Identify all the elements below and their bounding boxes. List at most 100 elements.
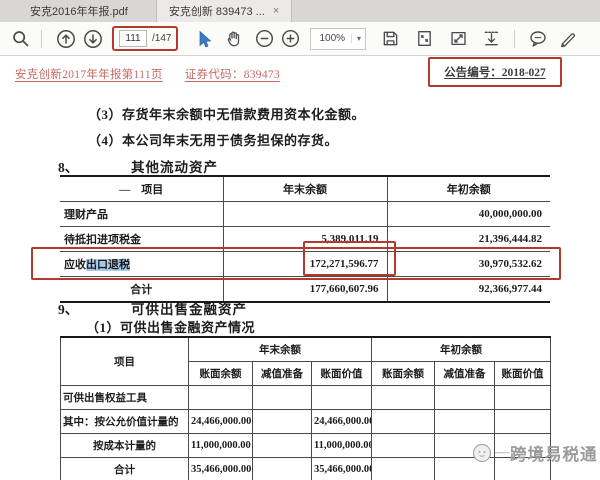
save-icon[interactable] (380, 29, 400, 49)
zoom-out-icon[interactable] (254, 29, 274, 49)
tab-report-839473[interactable]: 安克创新 839473 ... × (156, 0, 292, 22)
tab-label: 安克创新 839473 ... (169, 3, 265, 19)
header-dash: — (119, 184, 130, 196)
cell (372, 434, 435, 458)
group-header-year-begin: 年初余额 (372, 337, 551, 362)
cell: 24,466,000.00 (189, 410, 253, 434)
cell (189, 386, 253, 410)
row-year-end: 5,389,011.19 (223, 227, 387, 252)
sub-header-book-value: 账面价值 (495, 362, 551, 386)
cell (253, 434, 312, 458)
row-year-begin: 21,396,444.82 (387, 227, 550, 252)
watermark-text: 跨境易税通 (510, 441, 598, 465)
sub-header-book-balance: 账面余额 (372, 362, 435, 386)
close-icon[interactable]: × (273, 5, 279, 17)
row-item: 待抵扣进项税金 (60, 227, 223, 252)
col-header-year-begin: 年初余额 (387, 176, 550, 202)
row-year-begin: 40,000,000.00 (387, 202, 550, 227)
row-year-begin: 92,366,977.44 (387, 277, 550, 303)
cell (435, 410, 495, 434)
announcement-number: 公告编号：2018-027 (444, 64, 546, 80)
sub-header-book-value: 账面价值 (312, 362, 372, 386)
cell (372, 386, 435, 410)
col-header-item: 项目 (61, 337, 189, 386)
group-header-year-end: 年末余额 (189, 337, 372, 362)
watermark-dash: — (495, 445, 509, 461)
zoom-level-value: 100% (315, 33, 351, 44)
row-item: 其中：按公允价值计量的 (61, 410, 189, 434)
cell (253, 458, 312, 480)
pdf-viewer-window: 安克2016年年报.pdf 安克创新 839473 ... × 111 /147 (0, 0, 600, 480)
announcement-number-annotation: 公告编号：2018-027 (428, 57, 562, 87)
cell (372, 458, 435, 480)
download-icon[interactable] (481, 29, 501, 49)
table-row-export-tax-rebate: 应收出口退税 172,271,596.77 30,970,532.62 (60, 252, 550, 277)
divider (41, 30, 42, 48)
watermark-logo-icon (470, 441, 494, 465)
table-row: 其中：按公允价值计量的 24,466,000.00 24,466,000.00 (61, 410, 551, 434)
fit-page-icon[interactable] (414, 29, 434, 49)
section-8-number: 8、 (58, 156, 78, 176)
paragraph-3: （3）存货年末余额中无借款费用资本化金额。 (88, 104, 365, 123)
row-year-end: 172,271,596.77 (223, 252, 387, 277)
header-note-left: 安克创新2017年年报第111页 (15, 69, 163, 81)
other-current-assets-table: — 项目 年末余额 年初余额 理财产品 40,000,000.00 待抵扣进项税… (60, 175, 550, 303)
row-item: 可供出售权益工具 (61, 386, 189, 410)
cell (435, 386, 495, 410)
page-down-icon[interactable] (83, 29, 103, 49)
cell: 11,000,000.00 (312, 434, 372, 458)
sub-header-book-balance: 账面余额 (189, 362, 253, 386)
paragraph-4: （4）本公司年末无用于债务担保的存货。 (88, 130, 338, 149)
chevron-down-icon: ▾ (351, 34, 361, 43)
page-header-note: 安克创新2017年年报第111页证券代码：839473 (15, 66, 280, 82)
cell (372, 410, 435, 434)
cell: 35,466,000.00 (312, 458, 372, 480)
row-item: 合计 (61, 458, 189, 480)
table-row: 待抵扣进项税金 5,389,011.19 21,396,444.82 (60, 227, 550, 252)
section-9-title: 可供出售金融资产 (131, 298, 247, 318)
zoom-level-dropdown[interactable]: 100% ▾ (310, 28, 366, 50)
cell (495, 410, 551, 434)
col-header-item: 项目 (141, 184, 163, 196)
tab-report-2016[interactable]: 安克2016年年报.pdf (18, 0, 140, 22)
toolbar: 111 /147 100% ▾ (0, 22, 600, 56)
cell (495, 386, 551, 410)
actual-size-icon[interactable] (448, 29, 468, 49)
tab-bar: 安克2016年年报.pdf 安克创新 839473 ... × (0, 0, 600, 23)
page-number-box: 111 /147 (112, 26, 178, 51)
cell (253, 386, 312, 410)
col-header-year-end: 年末余额 (223, 176, 387, 202)
tab-label: 安克2016年年报.pdf (30, 3, 128, 19)
row-year-end (223, 202, 387, 227)
selected-text: 出口退税 (86, 259, 130, 271)
page-number-input[interactable]: 111 (119, 30, 147, 47)
divider (514, 30, 515, 48)
section-9-sub: （1）可供出售金融资产情况 (86, 317, 255, 336)
highlight-pen-icon[interactable] (558, 29, 578, 49)
row-year-begin: 30,970,532.62 (387, 252, 550, 277)
watermark: — 跨境易税通 (470, 441, 598, 465)
page-total-label: /147 (152, 33, 171, 44)
table-row: 可供出售权益工具 (61, 386, 551, 410)
hand-tool-icon[interactable] (224, 29, 244, 49)
select-tool-icon[interactable] (193, 29, 213, 49)
row-year-end: 177,660,607.96 (223, 277, 387, 303)
row-item-prefix: 应收 (64, 259, 86, 271)
row-item: 按成本计量的 (61, 434, 189, 458)
section-9-number: 9、 (58, 298, 78, 318)
section-8-title: 其他流动资产 (131, 156, 218, 176)
zoom-in-icon[interactable] (280, 29, 300, 49)
page-up-icon[interactable] (56, 29, 76, 49)
cell (312, 386, 372, 410)
document-page: 安克创新2017年年报第111页证券代码：839473 公告编号：2018-02… (0, 56, 600, 480)
sub-header-impairment: 减值准备 (435, 362, 495, 386)
cell: 24,466,000.00 (312, 410, 372, 434)
cell: 35,466,000.00 (189, 458, 253, 480)
search-icon[interactable] (10, 29, 30, 49)
cell: 11,000,000.00 (189, 434, 253, 458)
comment-icon[interactable] (528, 29, 548, 49)
row-item: 理财产品 (60, 202, 223, 227)
table-group-header-row: 项目 年末余额 年初余额 (61, 337, 551, 362)
cell (253, 410, 312, 434)
sub-header-impairment: 减值准备 (253, 362, 312, 386)
